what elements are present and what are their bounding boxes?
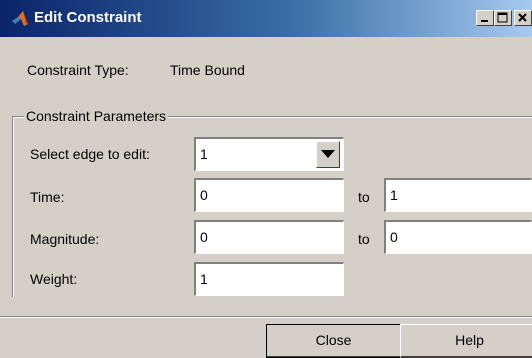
minimize-button[interactable] [476,10,494,26]
window-title: Edit Constraint [34,9,142,26]
magnitude-to-label: to [358,231,370,247]
constraint-type-value: Time Bound [170,62,245,78]
constraint-parameters-title: Constraint Parameters [24,107,169,125]
footer-divider [0,316,532,318]
close-icon [518,13,527,22]
title-bar[interactable]: Edit Constraint [0,0,532,37]
matlab-logo-icon [11,10,29,28]
close-button[interactable]: Close [266,324,402,358]
time-from-input[interactable]: 0 [194,178,344,212]
constraint-type-label: Constraint Type: [27,62,129,78]
maximize-icon [497,12,508,23]
magnitude-label: Magnitude: [30,231,100,247]
close-window-button[interactable] [514,10,532,26]
edge-select[interactable]: 1 [194,137,344,171]
dropdown-arrow-button[interactable] [316,141,340,168]
maximize-button[interactable] [494,10,512,26]
edge-select-value: 1 [200,146,208,162]
minimize-icon [481,20,488,22]
edit-constraint-window: Edit Constraint Constraint Type: Time Bo… [0,0,532,358]
select-edge-label: Select edge to edit: [30,146,150,162]
help-button[interactable]: Help [400,324,532,358]
chevron-down-icon [321,150,335,158]
weight-label: Weight: [30,271,78,287]
time-to-input[interactable]: 1 [384,178,532,212]
weight-input[interactable]: 1 [194,262,344,296]
time-to-label: to [358,189,370,205]
time-label: Time: [30,189,65,205]
magnitude-from-input[interactable]: 0 [194,220,344,254]
magnitude-to-input[interactable]: 0 [384,220,532,254]
